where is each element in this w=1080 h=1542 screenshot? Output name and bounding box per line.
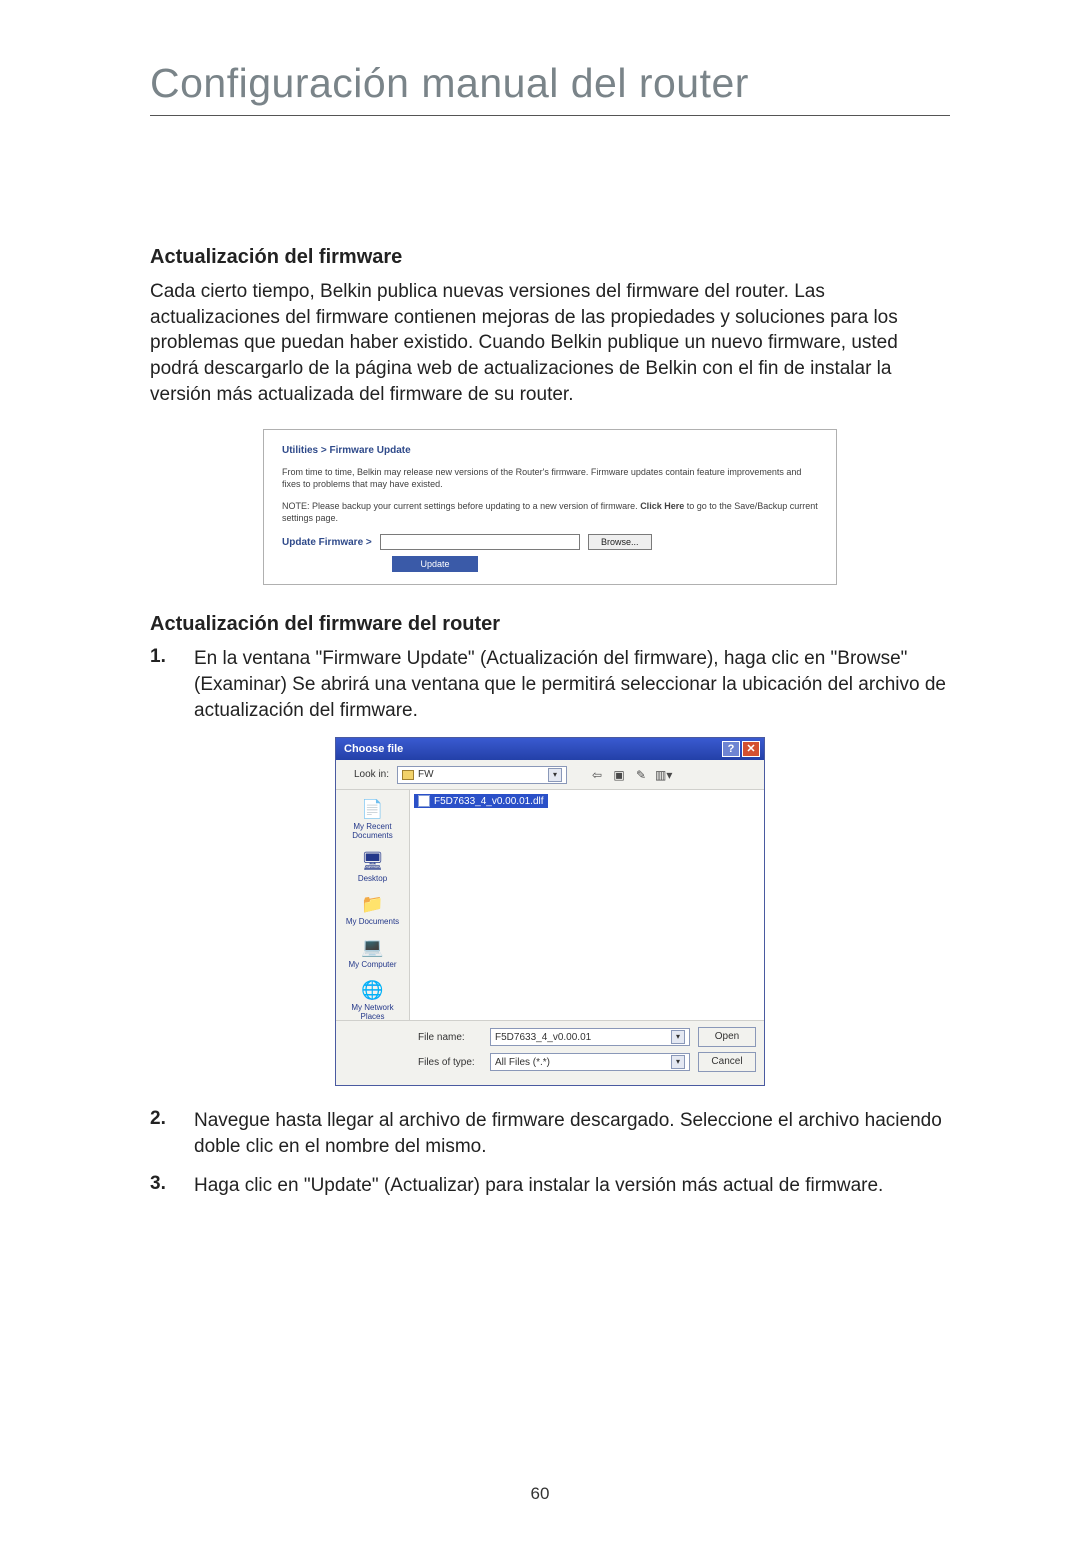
list-item: 2. Navegue hasta llegar al archivo de fi… xyxy=(150,1108,950,1159)
note-pre: NOTE: Please backup your current setting… xyxy=(282,501,640,511)
step-number: 1. xyxy=(150,646,194,723)
steps-list: 1. En la ventana "Firmware Update" (Actu… xyxy=(150,646,950,723)
mynetwork-icon: 🌐 xyxy=(360,979,386,1001)
place-desktop[interactable]: 🖥 Desktop xyxy=(341,848,405,887)
page-title: Configuración manual del router xyxy=(150,60,950,107)
place-label: Desktop xyxy=(341,874,405,883)
dialog-toolbar: Look in: FW ▾ ⇦ ▣ ✎ ▥▾ xyxy=(336,760,764,790)
firmware-note: NOTE: Please backup your current setting… xyxy=(282,500,818,524)
places-bar: 📄 My Recent Documents 🖥 Desktop 📁 My Doc… xyxy=(336,790,410,1020)
place-label: My Computer xyxy=(341,960,405,969)
note-link[interactable]: Click Here xyxy=(640,501,684,511)
step-text: En la ventana "Firmware Update" (Actuali… xyxy=(194,646,950,723)
views-icon[interactable]: ▥▾ xyxy=(655,767,671,783)
section-router-fw-heading: Actualización del firmware del router xyxy=(150,613,950,636)
step-number: 3. xyxy=(150,1173,194,1199)
filetype-select[interactable]: All Files (*.*) ▾ xyxy=(490,1053,690,1071)
step-text: Navegue hasta llegar al archivo de firmw… xyxy=(194,1108,950,1159)
file-list[interactable]: F5D7633_4_v0.00.01.dlf xyxy=(410,790,764,1020)
update-button[interactable]: Update xyxy=(392,556,478,572)
steps-list-cont: 2. Navegue hasta llegar al archivo de fi… xyxy=(150,1108,950,1199)
lookin-select[interactable]: FW ▾ xyxy=(397,766,567,784)
place-label: My Documents xyxy=(341,917,405,926)
close-button[interactable]: ✕ xyxy=(742,741,760,757)
firmware-desc: From time to time, Belkin may release ne… xyxy=(282,466,818,490)
filename-label: File name: xyxy=(418,1032,482,1043)
lookin-label: Look in: xyxy=(354,769,389,780)
title-divider xyxy=(150,115,950,116)
list-item: 3. Haga clic en "Update" (Actualizar) pa… xyxy=(150,1173,950,1199)
chevron-down-icon[interactable]: ▾ xyxy=(671,1055,685,1069)
dialog-titlebar: Choose file ? ✕ xyxy=(336,738,764,760)
filename-value: F5D7633_4_v0.00.01 xyxy=(495,1032,591,1043)
back-icon[interactable]: ⇦ xyxy=(589,767,605,783)
step-text: Haga clic en "Update" (Actualizar) para … xyxy=(194,1173,950,1199)
cancel-button[interactable]: Cancel xyxy=(698,1052,756,1072)
up-icon[interactable]: ▣ xyxy=(611,767,627,783)
folder-icon xyxy=(402,770,414,780)
step-number: 2. xyxy=(150,1108,194,1159)
recent-icon: 📄 xyxy=(360,798,386,820)
newfolder-icon[interactable]: ✎ xyxy=(633,767,649,783)
update-firmware-label: Update Firmware > xyxy=(282,536,372,550)
place-label: My Recent Documents xyxy=(341,822,405,840)
breadcrumb: Utilities > Firmware Update xyxy=(282,444,818,458)
list-item: 1. En la ventana "Firmware Update" (Actu… xyxy=(150,646,950,723)
section-firmware-heading: Actualización del firmware xyxy=(150,246,950,269)
file-item-selected[interactable]: F5D7633_4_v0.00.01.dlf xyxy=(414,794,548,808)
chevron-down-icon[interactable]: ▾ xyxy=(671,1030,685,1044)
mydocs-icon: 📁 xyxy=(360,893,386,915)
place-mycomputer[interactable]: 💻 My Computer xyxy=(341,934,405,973)
open-button[interactable]: Open xyxy=(698,1027,756,1047)
page-number: 60 xyxy=(0,1484,1080,1504)
filename-input[interactable]: F5D7633_4_v0.00.01 ▾ xyxy=(490,1028,690,1046)
filetype-label: Files of type: xyxy=(418,1057,482,1068)
place-label: My Network Places xyxy=(341,1003,405,1021)
place-recent[interactable]: 📄 My Recent Documents xyxy=(341,796,405,844)
filetype-value: All Files (*.*) xyxy=(495,1057,550,1068)
firmware-file-input[interactable] xyxy=(380,534,580,550)
place-mydocs[interactable]: 📁 My Documents xyxy=(341,891,405,930)
file-name: F5D7633_4_v0.00.01.dlf xyxy=(434,796,544,807)
figure-firmware-panel: Utilities > Firmware Update From time to… xyxy=(263,429,837,585)
file-icon xyxy=(418,795,430,807)
dialog-title: Choose file xyxy=(344,743,403,755)
place-mynetwork[interactable]: 🌐 My Network Places xyxy=(341,977,405,1025)
desktop-icon: 🖥 xyxy=(360,850,386,872)
lookin-value: FW xyxy=(418,769,434,780)
mycomputer-icon: 💻 xyxy=(360,936,386,958)
figure-file-chooser: Choose file ? ✕ Look in: FW ▾ ⇦ ▣ ✎ ▥▾ xyxy=(335,737,765,1086)
section-firmware-body: Cada cierto tiempo, Belkin publica nueva… xyxy=(150,279,950,407)
help-button[interactable]: ? xyxy=(722,741,740,757)
chevron-down-icon[interactable]: ▾ xyxy=(548,768,562,782)
browse-button[interactable]: Browse... xyxy=(588,534,652,550)
